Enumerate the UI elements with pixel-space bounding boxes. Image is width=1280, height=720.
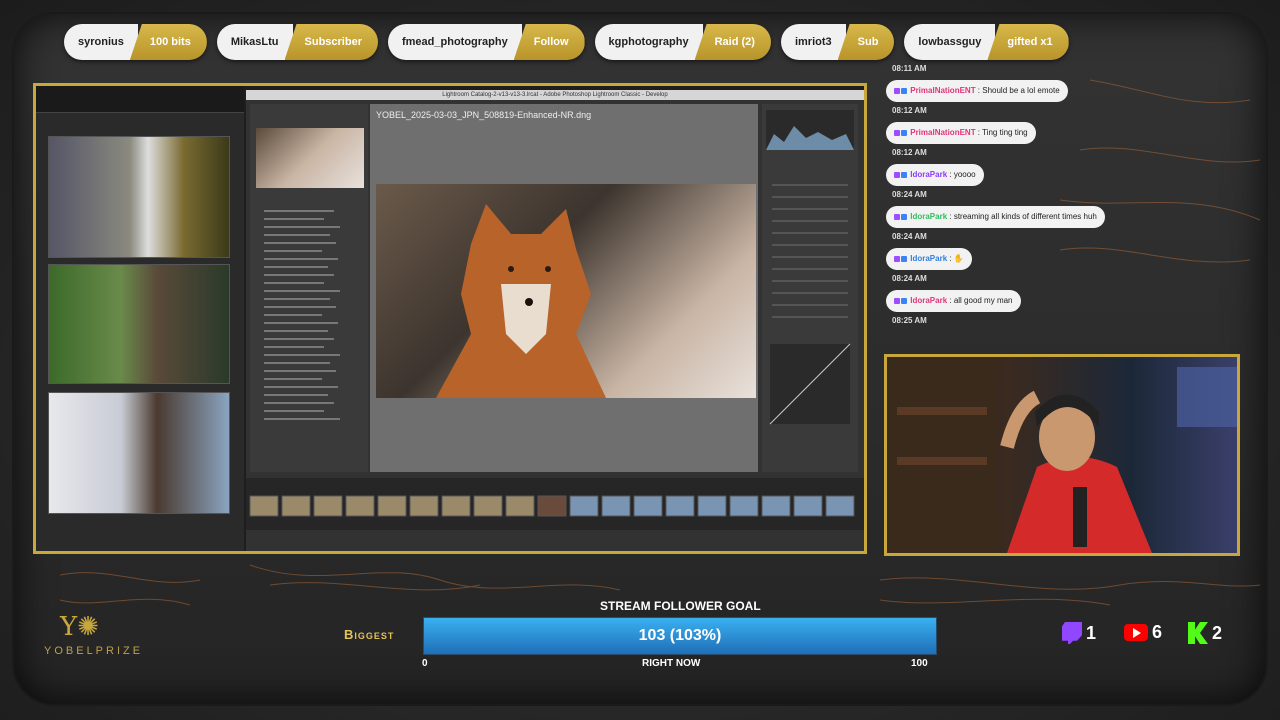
chat-timestamp: 08:24 AM <box>892 232 927 241</box>
badge-icon <box>894 87 900 94</box>
chat-message: PrimalNationENT : Ting ting ting <box>886 122 1036 144</box>
event-tag: gifted x1 <box>987 24 1069 60</box>
browser-tab-bar[interactable] <box>36 86 244 113</box>
goal-title: STREAM FOLLOWER GOAL <box>600 599 761 613</box>
brand-name: YOBELPRIZE <box>44 645 144 657</box>
event-item: fmead_photography Follow <box>387 24 585 60</box>
event-item: imriot3 Sub <box>780 24 895 60</box>
event-user: imriot3 <box>780 24 846 60</box>
history-list[interactable] <box>250 204 368 464</box>
emote-icon: ✋ <box>953 254 964 263</box>
badge-icon <box>894 297 900 304</box>
twitch-count: 1 <box>1086 622 1097 643</box>
youtube-stat: 6 <box>1124 622 1162 643</box>
chat-text: all good my man <box>953 296 1013 305</box>
kick-icon <box>1188 622 1208 644</box>
gallery-image[interactable] <box>48 136 230 258</box>
chat-timestamp: 08:12 AM <box>892 106 927 115</box>
file-name: YOBEL_2025-03-03_JPN_508819-Enhanced-NR.… <box>376 110 592 120</box>
youtube-count: 6 <box>1152 622 1163 642</box>
screen-share: Lightroom Catalog-2-v13-v13-3.lrcat - Ad… <box>33 83 867 554</box>
badge-icon <box>901 297 907 304</box>
badge-icon <box>894 213 900 220</box>
event-item: lowbassguy gifted x1 <box>904 24 1069 60</box>
youtube-icon <box>1124 624 1148 641</box>
event-ticker: syronius 100 bits MikasLtu Subscriber fmea… <box>64 24 1069 60</box>
event-tag: Sub <box>837 24 895 60</box>
twitch-stat: 1 <box>1062 622 1096 644</box>
badge-icon <box>901 87 907 94</box>
event-tag: 100 bits <box>129 24 207 60</box>
chat-username: PrimalNationENT <box>910 86 976 95</box>
event-item: kgphotography Raid (2) <box>594 24 771 60</box>
chat-timestamp: 08:24 AM <box>892 190 927 199</box>
badge-icon <box>901 171 907 178</box>
histogram-and-sliders[interactable] <box>762 104 858 472</box>
event-user: MikasLtu <box>216 24 293 60</box>
brand-logo-icon: Y✺ <box>60 612 99 642</box>
window-title: Lightroom Catalog-2-v13-v13-3.lrcat - Ad… <box>246 90 864 100</box>
chat-message: IdoraPark : yoooo <box>886 164 984 186</box>
chat-username: IdoraPark <box>910 170 948 179</box>
badge-icon <box>894 129 900 136</box>
twitch-icon <box>1062 622 1082 644</box>
event-tag: Follow <box>513 24 585 60</box>
chat-message: IdoraPark : streaming all kinds of diffe… <box>886 206 1105 228</box>
badge-icon <box>901 213 907 220</box>
event-user: fmead_photography <box>387 24 522 60</box>
fox-photo[interactable] <box>376 184 756 398</box>
chat-username: IdoraPark <box>910 296 948 305</box>
chat-text: Should be a lol emote <box>982 86 1060 95</box>
navigator-preview[interactable] <box>256 128 364 188</box>
kick-stat: 2 <box>1188 622 1222 644</box>
event-tag: Subscriber <box>284 24 378 60</box>
chat-text: Ting ting ting <box>982 128 1028 137</box>
chat-text: yoooo <box>953 170 976 179</box>
filmstrip[interactable] <box>246 478 864 530</box>
goal-min: 0 <box>422 658 428 669</box>
badge-icon <box>894 255 900 262</box>
event-tag: Raid (2) <box>694 24 771 60</box>
chat-text: streaming all kinds of different times h… <box>953 212 1097 221</box>
goal-value: 103 (103%) <box>638 627 722 644</box>
chat-timestamp: 08:25 AM <box>892 316 927 325</box>
webcam-feed <box>884 354 1240 556</box>
chat-username: PrimalNationENT <box>910 128 976 137</box>
goal-label-left: Biggest <box>344 627 395 642</box>
chat-message: IdoraPark : all good my man <box>886 290 1021 312</box>
chat-timestamp: 08:12 AM <box>892 148 927 157</box>
develop-panel[interactable] <box>762 104 858 472</box>
chat-message: PrimalNationENT : Should be a lol emote <box>886 80 1068 102</box>
kick-count: 2 <box>1212 622 1223 643</box>
chat-username: IdoraPark <box>910 254 948 263</box>
gallery-image[interactable] <box>48 264 230 384</box>
lightroom-window[interactable]: Lightroom Catalog-2-v13-v13-3.lrcat - Ad… <box>246 90 864 551</box>
gallery-image[interactable] <box>48 392 230 514</box>
chat-timestamp: 08:24 AM <box>892 274 927 283</box>
browser-window[interactable] <box>36 86 244 551</box>
develop-canvas[interactable]: YOBEL_2025-03-03_JPN_508819-Enhanced-NR.… <box>370 104 758 472</box>
event-item: syronius 100 bits <box>64 24 207 60</box>
event-user: kgphotography <box>594 24 703 60</box>
badge-icon <box>901 129 907 136</box>
navigator-panel[interactable] <box>250 104 368 472</box>
badge-icon <box>894 171 900 178</box>
chat-panel: 08:11 AM PrimalNationENT : Should be a l… <box>886 64 1126 332</box>
event-item: MikasLtu Subscriber <box>216 24 378 60</box>
goal-subtitle: RIGHT NOW <box>642 658 701 669</box>
chat-username: IdoraPark <box>910 212 948 221</box>
badge-icon <box>901 255 907 262</box>
goal-max: 100 <box>911 658 928 669</box>
event-user: syronius <box>64 24 138 60</box>
chat-message: IdoraPark : ✋ <box>886 248 972 270</box>
event-user: lowbassguy <box>904 24 996 60</box>
chat-timestamp: 08:11 AM <box>892 64 927 73</box>
